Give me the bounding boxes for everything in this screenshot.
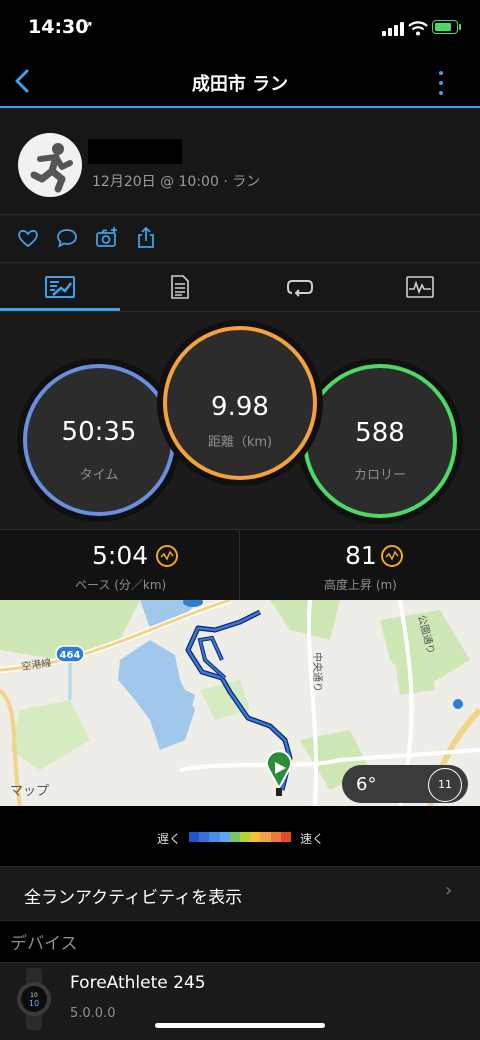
- wind-value: 11: [438, 778, 452, 791]
- distance-ring[interactable]: 9.98 距離（km): [157, 320, 323, 486]
- pace-chart-icon[interactable]: [156, 545, 178, 567]
- pace-value: 5:04: [92, 541, 149, 570]
- overview-tab-icon: [45, 276, 75, 298]
- pace-label: ペース (分／km): [75, 578, 167, 592]
- divider: [0, 214, 480, 215]
- battery-cap: [459, 24, 461, 30]
- svg-text:10: 10: [29, 999, 39, 1008]
- svg-text:10: 10: [30, 992, 38, 999]
- watch-icon: 10 10: [17, 968, 51, 1030]
- apple-maps-logo: マップ: [10, 784, 50, 799]
- legend-swatch: [199, 832, 210, 842]
- stats-row: [0, 529, 480, 601]
- devices-section-title: デバイス: [10, 934, 78, 954]
- legend-swatch: [250, 832, 261, 842]
- legend-swatch: [219, 832, 230, 842]
- distance-value: 9.98: [211, 392, 269, 422]
- runner-avatar-icon: [30, 143, 73, 193]
- heart-icon[interactable]: [16, 226, 40, 250]
- calories-value: 588: [355, 418, 405, 448]
- legend-swatch: [280, 832, 292, 842]
- camera-add-icon[interactable]: [95, 226, 119, 250]
- tab-charts[interactable]: [360, 263, 480, 311]
- legend-swatch: [209, 832, 220, 842]
- elevation-value: 81: [345, 541, 377, 570]
- elevation-label: 高度上昇 (m): [324, 578, 397, 592]
- pace-color-legend: [189, 832, 292, 842]
- stats-divider: [239, 530, 240, 600]
- location-arrow-icon: ➚: [82, 18, 94, 34]
- legend-swatch: [229, 832, 241, 842]
- charts-tab-icon: [406, 276, 434, 298]
- legend-slow-label: 遅く: [157, 832, 182, 846]
- weather-temperature: 6°: [356, 774, 377, 795]
- wifi-icon: [408, 21, 428, 36]
- tab-laps[interactable]: [240, 263, 360, 311]
- time-value: 50:35: [61, 417, 137, 447]
- tab-details[interactable]: [120, 263, 240, 311]
- home-indicator[interactable]: [155, 1023, 325, 1028]
- device-version: 5.0.0.0: [70, 1006, 116, 1021]
- laps-tab-icon: [287, 280, 313, 297]
- avatar[interactable]: [18, 133, 82, 197]
- calories-label: カロリー: [353, 468, 406, 483]
- status-time: 14:30: [28, 16, 89, 38]
- calories-ring[interactable]: 588 カロリー: [297, 358, 463, 524]
- device-name: ForeAthlete 245: [70, 973, 206, 993]
- share-icon[interactable]: [134, 226, 158, 250]
- chevron-right-icon: ›: [445, 880, 453, 901]
- distance-label: 距離（km): [207, 435, 273, 450]
- legend-swatch: [240, 832, 251, 842]
- details-tab-icon: [171, 275, 189, 299]
- legend-swatch: [270, 832, 281, 842]
- legend-fast-label: 速く: [300, 832, 325, 846]
- map-label-chuo-dori: 中央通り: [311, 652, 324, 692]
- time-ring[interactable]: 50:35 タイム: [17, 358, 181, 522]
- comment-icon[interactable]: [55, 226, 79, 250]
- user-name-redacted: [88, 139, 182, 164]
- tab-overview[interactable]: [0, 263, 120, 311]
- more-options-icon[interactable]: [436, 70, 446, 96]
- cellular-signal-icon: [382, 22, 404, 36]
- road-badge-text: 464: [60, 650, 81, 661]
- legend-swatch: [189, 832, 200, 842]
- all-run-activities-label: 全ランアクティビティを表示: [24, 888, 243, 908]
- page-title: 成田市 ラン: [191, 74, 289, 95]
- elevation-chart-icon[interactable]: [381, 545, 403, 567]
- activity-meta: 12月20日 @ 10:00 · ラン: [92, 174, 261, 190]
- battery-icon: [432, 20, 458, 34]
- time-label: タイム: [79, 468, 119, 483]
- legend-swatch: [260, 832, 271, 842]
